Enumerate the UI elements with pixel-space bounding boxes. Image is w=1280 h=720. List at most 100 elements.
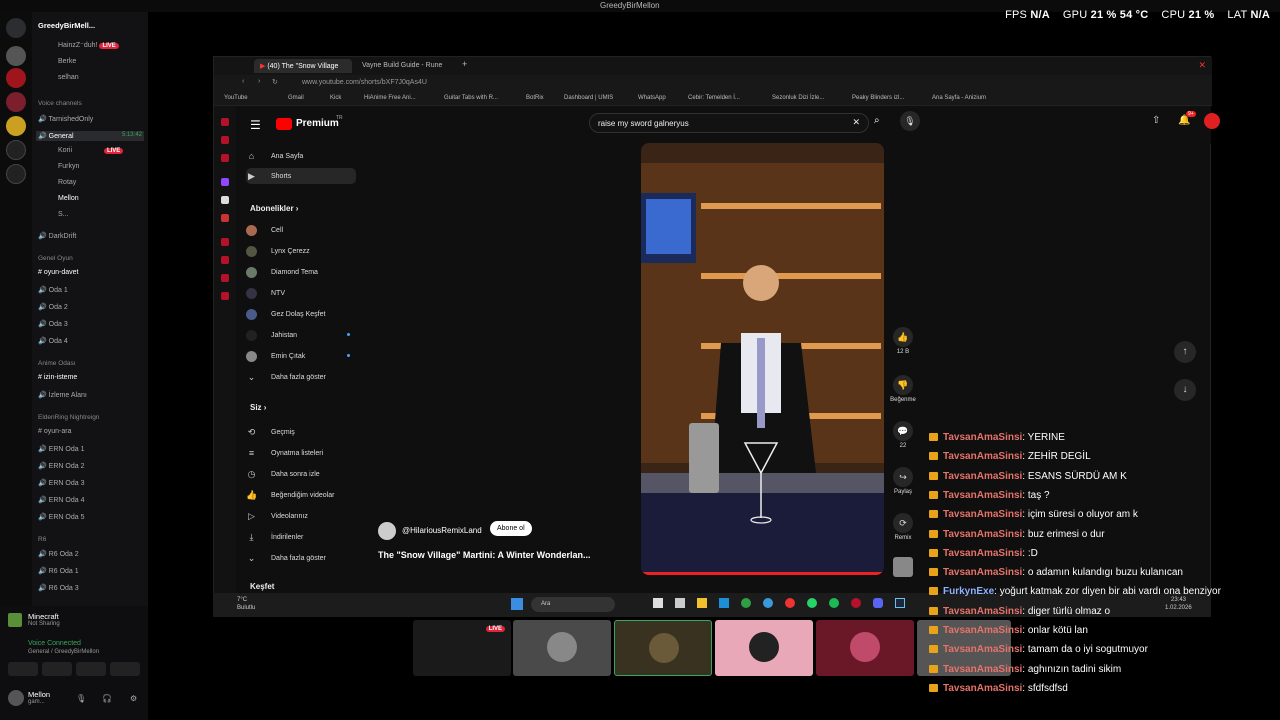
url-field[interactable]: www.youtube.com/shorts/bXF7J0qAs4U	[302, 79, 427, 86]
show-more-button[interactable]: ⌄ Daha fazla göster	[246, 369, 356, 385]
voice-user[interactable]: Rotay	[58, 179, 76, 186]
avatar[interactable]	[8, 690, 24, 706]
nav-liked-videos[interactable]: 👍 Beğendiğim videolar	[246, 487, 356, 503]
nav-history[interactable]: ⟲ Geçmiş	[246, 424, 356, 440]
next-short-button[interactable]: ↓	[1174, 379, 1196, 401]
voice-channel-general[interactable]: 🔊 General 5:13:42	[36, 131, 144, 141]
chat-username[interactable]: TavsanAmaSinsi	[943, 606, 1022, 617]
bookmark[interactable]: YouTube	[224, 95, 248, 101]
category-header[interactable]: Genel Oyun	[38, 255, 73, 262]
reload-icon[interactable]: ↻	[272, 78, 278, 86]
shorts-video[interactable]	[641, 143, 884, 575]
server-icon[interactable]	[6, 92, 26, 112]
back-icon[interactable]: ‹	[242, 78, 244, 85]
sidebar-app-icon[interactable]	[221, 292, 229, 300]
voice-channel[interactable]: 🔊 DarkDrift	[38, 232, 76, 240]
server-name[interactable]: GreedyBirMell...	[38, 21, 95, 30]
subscription-item[interactable]: Gez Dolaş Keşfet	[246, 306, 356, 322]
channel-avatar[interactable]	[378, 522, 396, 540]
start-button[interactable]	[511, 598, 523, 610]
voice-user[interactable]: S...	[58, 211, 69, 218]
bookmark[interactable]: Guitar Tabs with R...	[444, 95, 498, 101]
text-channel[interactable]: # oyun-ara	[38, 428, 71, 435]
taskbar-search[interactable]: Ara	[531, 597, 615, 612]
spotify-icon[interactable]	[829, 598, 839, 608]
bookmark[interactable]: Peaky Blinders izl...	[852, 95, 904, 101]
show-more-button[interactable]: ⌄ Daha fazla göster	[246, 550, 356, 566]
logo-text[interactable]: Premium	[296, 118, 339, 129]
chat-username[interactable]: TavsanAmaSinsi	[943, 664, 1022, 675]
dislike-button[interactable]: 👎 Beğenme	[890, 375, 916, 403]
voice-channel[interactable]: 🔊 Oda 2	[38, 303, 68, 311]
text-channel[interactable]: # oyun-davet	[38, 269, 78, 276]
category-header[interactable]: Anime Odası	[38, 360, 76, 367]
chat-username[interactable]: TavsanAmaSinsi	[943, 451, 1022, 462]
subscription-item[interactable]: Jahistan	[246, 327, 356, 343]
bookmark[interactable]: Sezonluk Dizi İzle...	[772, 95, 824, 101]
clock-time[interactable]: 23:43	[1171, 597, 1186, 603]
subscribe-button[interactable]: Abone ol	[490, 521, 532, 536]
bookmark[interactable]: WhatsApp	[638, 95, 666, 101]
stream-tile[interactable]: LIVE	[413, 620, 511, 676]
voice-channel[interactable]: 🔊 Oda 4	[38, 337, 68, 345]
voice-channel-name[interactable]: General / GreedyBirMellon	[28, 649, 99, 655]
bookmark[interactable]: Kick	[330, 95, 341, 101]
server-icon[interactable]	[6, 46, 26, 66]
bookmark[interactable]: HiAnime Free Ani...	[364, 95, 416, 101]
sound-thumbnail[interactable]	[890, 557, 916, 577]
chat-username[interactable]: TavsanAmaSinsi	[943, 509, 1022, 520]
sidebar-app-icon[interactable]	[221, 238, 229, 246]
server-icon[interactable]	[6, 68, 26, 88]
chat-username[interactable]: TavsanAmaSinsi	[943, 683, 1022, 694]
soundboard-button[interactable]	[110, 662, 140, 676]
explore-icon[interactable]	[6, 164, 26, 184]
chat-username[interactable]: TavsanAmaSinsi	[943, 490, 1022, 501]
new-tab-button[interactable]: +	[456, 59, 473, 73]
like-button[interactable]: 👍 12 B	[890, 327, 916, 355]
camera-button[interactable]	[8, 662, 38, 676]
avatar[interactable]	[1204, 113, 1220, 129]
text-channel[interactable]: # izin-isteme	[38, 374, 77, 381]
voice-channel[interactable]: 🔊 ERN Oda 5	[38, 513, 84, 521]
headphones-icon[interactable]: 🎧	[102, 694, 112, 703]
voice-channel[interactable]: 🔊 R6 Oda 1	[38, 567, 79, 575]
sidebar-app-icon[interactable]	[221, 256, 229, 264]
bookmark[interactable]: Ana Sayfa - Anizium	[932, 95, 986, 101]
bookmark[interactable]: Gmail	[288, 95, 304, 101]
forward-icon[interactable]: ›	[258, 78, 260, 85]
search-input[interactable]: raise my sword galneryus ✕	[589, 113, 869, 133]
user-tile[interactable]	[513, 620, 611, 676]
sidebar-app-icon[interactable]	[221, 154, 229, 162]
chat-username[interactable]: TavsanAmaSinsi	[943, 625, 1022, 636]
subscriptions-header[interactable]: Abonelikler ›	[250, 204, 298, 213]
user-item[interactable]: Berke	[58, 58, 76, 65]
sidebar-app-icon[interactable]	[221, 214, 229, 222]
voice-channel[interactable]: 🔊 ERN Oda 3	[38, 479, 84, 487]
channel-name[interactable]: @HilariousRemixLand	[402, 526, 482, 535]
voice-user[interactable]: Korii LIVE	[58, 147, 124, 154]
subscription-item[interactable]: Emin Çıtak	[246, 348, 356, 364]
voice-channel[interactable]: 🔊 ERN Oda 2	[38, 462, 84, 470]
store-icon[interactable]	[719, 598, 729, 608]
explore-header[interactable]: Keşfet	[250, 582, 274, 591]
file-explorer-icon[interactable]	[697, 598, 707, 608]
clear-search-icon[interactable]: ✕	[852, 117, 860, 128]
taskbar-app-icon[interactable]	[675, 598, 685, 608]
voice-channel[interactable]: 🔊 İzleme Alanı	[38, 391, 87, 399]
opera-icon[interactable]	[851, 598, 861, 608]
voice-channel[interactable]: 🔊 R6 Oda 3	[38, 584, 79, 592]
sidebar-app-icon[interactable]	[221, 274, 229, 282]
add-server-icon[interactable]	[6, 140, 26, 160]
discord-icon[interactable]	[873, 598, 883, 608]
voice-user[interactable]: Furkyn	[58, 163, 79, 170]
chat-username[interactable]: TavsanAmaSinsi	[943, 529, 1022, 540]
sidebar-app-icon[interactable]	[221, 118, 229, 126]
screen-share-button[interactable]	[42, 662, 72, 676]
chat-username[interactable]: TavsanAmaSinsi	[943, 548, 1022, 559]
comments-button[interactable]: 💬 22	[890, 421, 916, 449]
voice-channel[interactable]: 🔊 Oda 3	[38, 320, 68, 328]
close-window-icon[interactable]: ✕	[1198, 60, 1206, 71]
chat-username[interactable]: TavsanAmaSinsi	[943, 471, 1022, 482]
voice-user[interactable]: Mellon	[58, 195, 79, 202]
remix-button[interactable]: ⟳ Remix	[890, 513, 916, 541]
